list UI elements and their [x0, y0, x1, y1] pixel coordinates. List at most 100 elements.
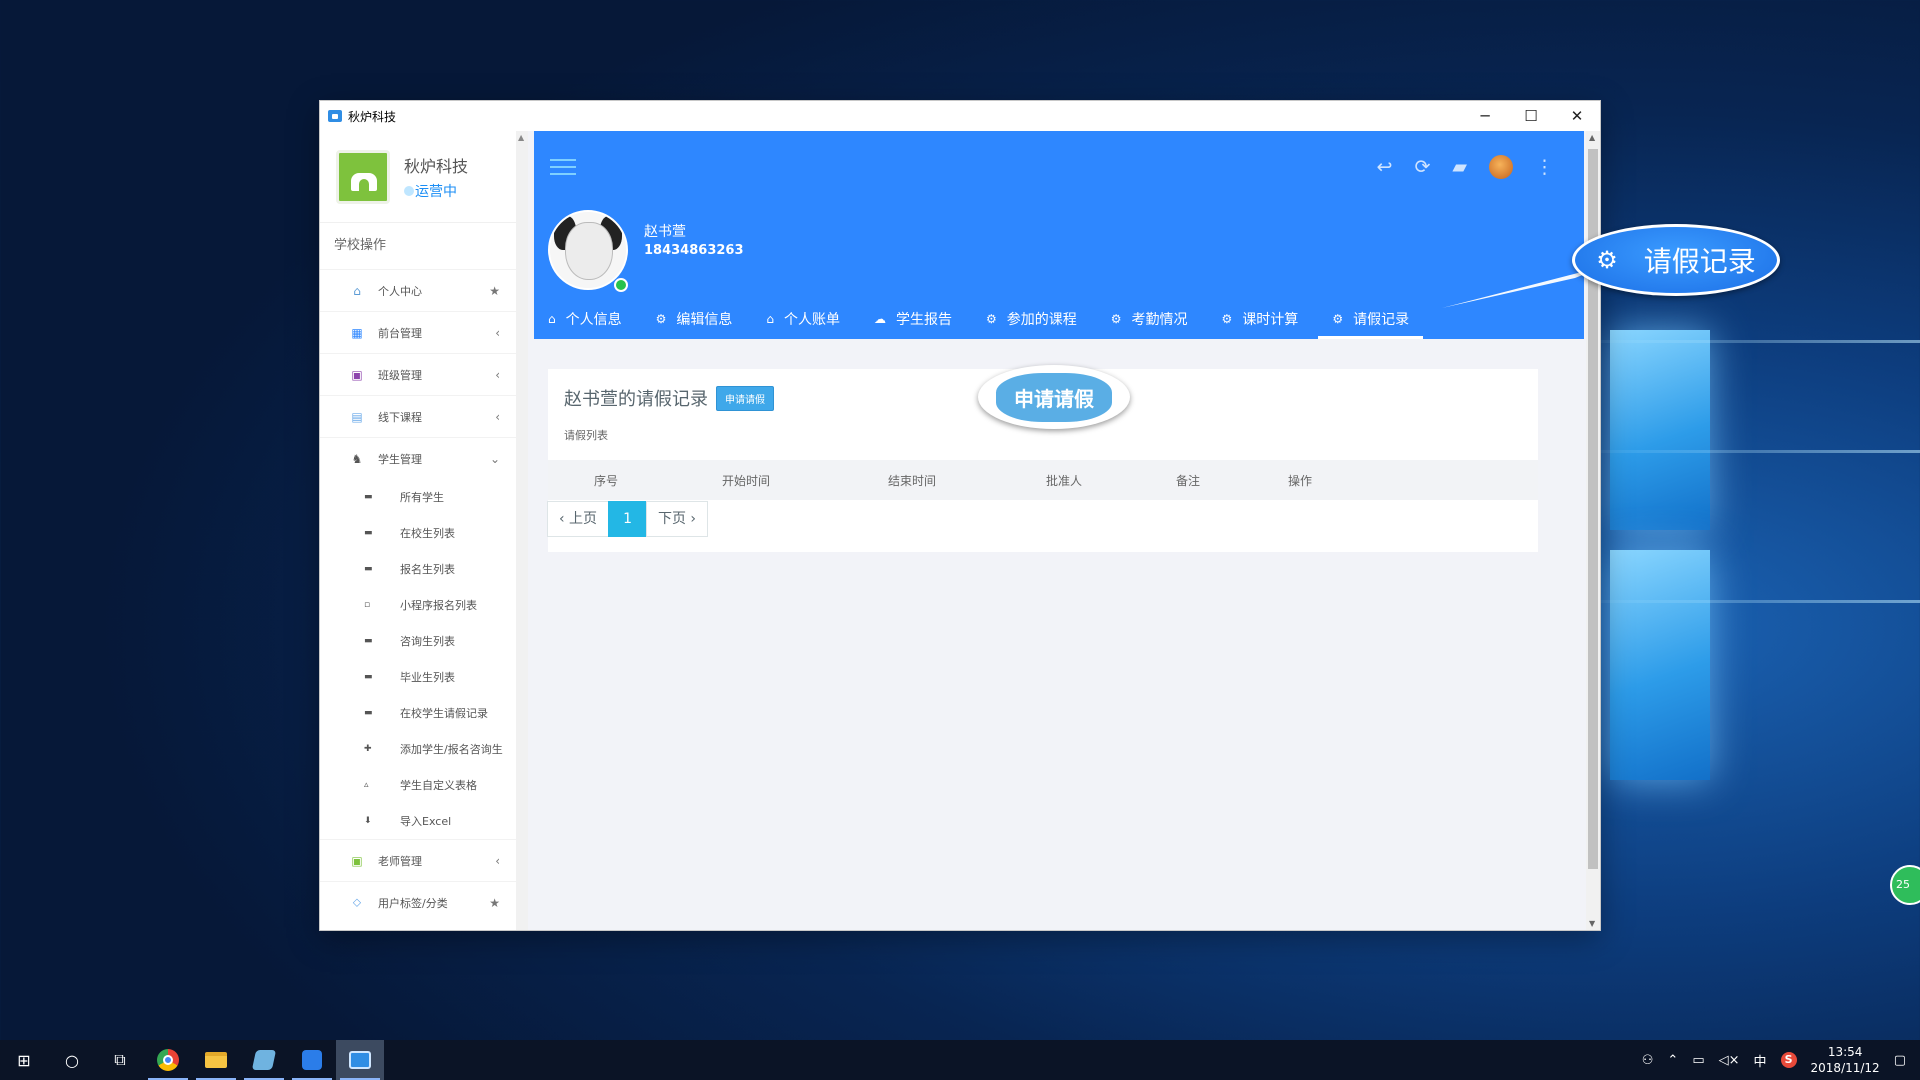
sidebar: 秋炉科技 运营中 学校操作 ⌂ 个人中心 ★ ▦ 前台管理 ‹ ▣ 班级管理 ‹ ▤ 线下课程 ‹ ♞ 学…	[320, 131, 516, 930]
desktop-notification-badge[interactable]: 25	[1890, 865, 1920, 905]
list-icon: ⬇	[364, 816, 372, 826]
list-icon: ▬	[364, 708, 373, 718]
tab-label: 个人账单	[784, 312, 841, 328]
tab-item[interactable]: ⌂ 个人账单	[752, 299, 854, 339]
prev-page-button[interactable]: ‹ 上页	[547, 501, 610, 537]
column-header: 结束时间	[888, 473, 937, 488]
list-icon: ▬	[364, 528, 373, 538]
sidebar-subitem-label: 小程序报名列表	[400, 599, 477, 612]
more-options-icon[interactable]: ⋮	[1535, 156, 1554, 178]
menu-toggle-icon[interactable]	[550, 159, 576, 175]
sidebar-item[interactable]: ⌂ 个人中心 ★	[320, 269, 516, 311]
table-header: 序号 开始时间 结束时间 批准人 备注 操作	[548, 460, 1538, 500]
card-title: 赵书萱的请假记录	[564, 389, 708, 410]
org-name: 秋炉科技	[404, 156, 469, 176]
tab-label: 个人信息	[565, 312, 622, 328]
tab-active[interactable]: ⚙ 请假记录	[1318, 299, 1423, 339]
wps-icon[interactable]	[288, 1040, 336, 1080]
current-page-button[interactable]: 1	[608, 501, 647, 537]
sidebar-item-label: 线下课程	[378, 410, 422, 424]
tag-icon: ⬦	[352, 895, 362, 909]
sidebar-subitem[interactable]: ▬ 在校学生请假记录	[320, 695, 516, 731]
sidebar-subitem[interactable]: ▬ 毕业生列表	[320, 659, 516, 695]
network-icon[interactable]: ▭	[1692, 1053, 1704, 1068]
people-icon[interactable]: ⚇	[1642, 1053, 1654, 1068]
sidebar-subitem[interactable]: ⬇ 导入Excel	[320, 803, 516, 839]
column-header: 批准人	[1046, 473, 1083, 488]
back-icon[interactable]: ↩	[1377, 156, 1393, 178]
file-explorer-icon[interactable]	[192, 1040, 240, 1080]
column-header: 序号	[594, 473, 619, 488]
sidebar-subitem-label: 毕业生列表	[400, 671, 455, 684]
tab-item[interactable]: ⚙ 参加的课程	[972, 299, 1091, 339]
tab-item[interactable]: ⚙ 课时计算	[1208, 299, 1313, 339]
title-bar[interactable]: 秋炉科技 ─ ☐ ✕	[320, 101, 1600, 131]
ime-indicator[interactable]: 中	[1754, 1051, 1767, 1070]
tab-item[interactable]: ⚙ 考勤情况	[1097, 299, 1202, 339]
chrome-icon[interactable]	[144, 1040, 192, 1080]
qiulu-app-taskbar-icon[interactable]	[336, 1040, 384, 1080]
search-icon[interactable]: ○	[48, 1040, 96, 1080]
sidebar-item[interactable]: ▦ 前台管理 ‹	[320, 311, 516, 353]
report-icon: ☁	[874, 312, 887, 326]
home-icon: ⌂	[766, 312, 775, 326]
gear-icon: ⚙	[1596, 246, 1618, 274]
sidebar-subitem[interactable]: ▬ 咨询生列表	[320, 623, 516, 659]
dashboard-icon: ▦	[351, 325, 363, 340]
apply-leave-button[interactable]: 申请请假	[716, 385, 774, 411]
column-header: 开始时间	[722, 473, 771, 488]
maximize-button[interactable]: ☐	[1508, 101, 1554, 131]
minimize-button[interactable]: ─	[1462, 101, 1508, 131]
sidebar-item[interactable]: ⬦ 用户标签/分类 ★	[320, 881, 516, 923]
message-icon[interactable]: ▰	[1452, 156, 1467, 178]
tab-item[interactable]: ⚙ 编辑信息	[642, 299, 747, 339]
sidebar-item-indicator-icon: ‹	[495, 367, 500, 382]
sidebar-scrollbar[interactable]: ▲	[516, 131, 528, 930]
sidebar-item[interactable]: ▤ 线下课程 ‹	[320, 395, 516, 437]
sidebar-item-label: 前台管理	[378, 326, 422, 340]
notification-center-icon[interactable]: ▢	[1894, 1053, 1906, 1068]
org-status: 运营中	[404, 181, 468, 201]
next-page-button[interactable]: 下页 ›	[645, 501, 709, 537]
tab-label: 参加的课程	[1006, 312, 1077, 328]
sidebar-item[interactable]: ▣ 班级管理 ‹	[320, 353, 516, 395]
clock[interactable]: 13:54 2018/11/12	[1811, 1044, 1880, 1076]
desktop-light-beam	[1560, 600, 1920, 603]
refresh-icon[interactable]: ⟳	[1414, 156, 1430, 178]
sidebar-subitem-label: 在校生列表	[400, 527, 455, 540]
callout-leave-record-label: 请假记录	[1643, 245, 1756, 278]
tray-expand-icon[interactable]: ⌃	[1667, 1053, 1678, 1068]
list-icon: ▬	[364, 672, 373, 682]
list-icon: ▫	[364, 600, 371, 610]
start-button[interactable]: ⊞	[0, 1040, 48, 1080]
sidebar-item-indicator-icon: ★	[489, 895, 500, 910]
volume-muted-icon[interactable]: ◁×	[1719, 1053, 1740, 1068]
sidebar-subitem[interactable]: ▬ 在校生列表	[320, 515, 516, 551]
list-icon: ▬	[364, 564, 373, 574]
close-button[interactable]: ✕	[1554, 101, 1600, 131]
tab-item[interactable]: ⌂ 个人信息	[534, 299, 636, 339]
gear-icon: ⚙	[1221, 312, 1233, 326]
sidebar-subitem[interactable]: ▬ 报名生列表	[320, 551, 516, 587]
column-header: 备注	[1176, 473, 1201, 488]
notes-app-icon[interactable]	[240, 1040, 288, 1080]
home-icon: ⌂	[353, 283, 361, 298]
sidebar-item-indicator-icon: ⌄	[489, 451, 500, 466]
sidebar-subitem[interactable]: ✚ 添加学生/报名咨询生	[320, 731, 516, 767]
task-view-icon[interactable]: ⧉	[96, 1040, 144, 1080]
list-icon: ▵	[364, 780, 369, 790]
sidebar-subitem[interactable]: ▵ 学生自定义表格	[320, 767, 516, 803]
list-icon: ▬	[364, 492, 373, 502]
student-icon: ♞	[351, 451, 363, 466]
sidebar-subitem-label: 在校学生请假记录	[400, 707, 488, 720]
sidebar-item[interactable]: ♞ 学生管理 ⌄	[320, 437, 516, 479]
sogou-ime-icon[interactable]: S	[1780, 1052, 1797, 1068]
column-header: 操作	[1288, 473, 1313, 488]
sidebar-subitem[interactable]: ▬ 所有学生	[320, 479, 516, 515]
tab-item[interactable]: ☁ 学生报告	[860, 299, 966, 339]
sidebar-item-label: 班级管理	[378, 368, 422, 382]
sidebar-subitem[interactable]: ▫ 小程序报名列表	[320, 587, 516, 623]
sidebar-item[interactable]: ▣ 老师管理 ‹	[320, 839, 516, 881]
account-avatar[interactable]	[1489, 155, 1513, 179]
header-toolbar: ↩ ⟳ ▰ ⋮	[1377, 155, 1554, 179]
